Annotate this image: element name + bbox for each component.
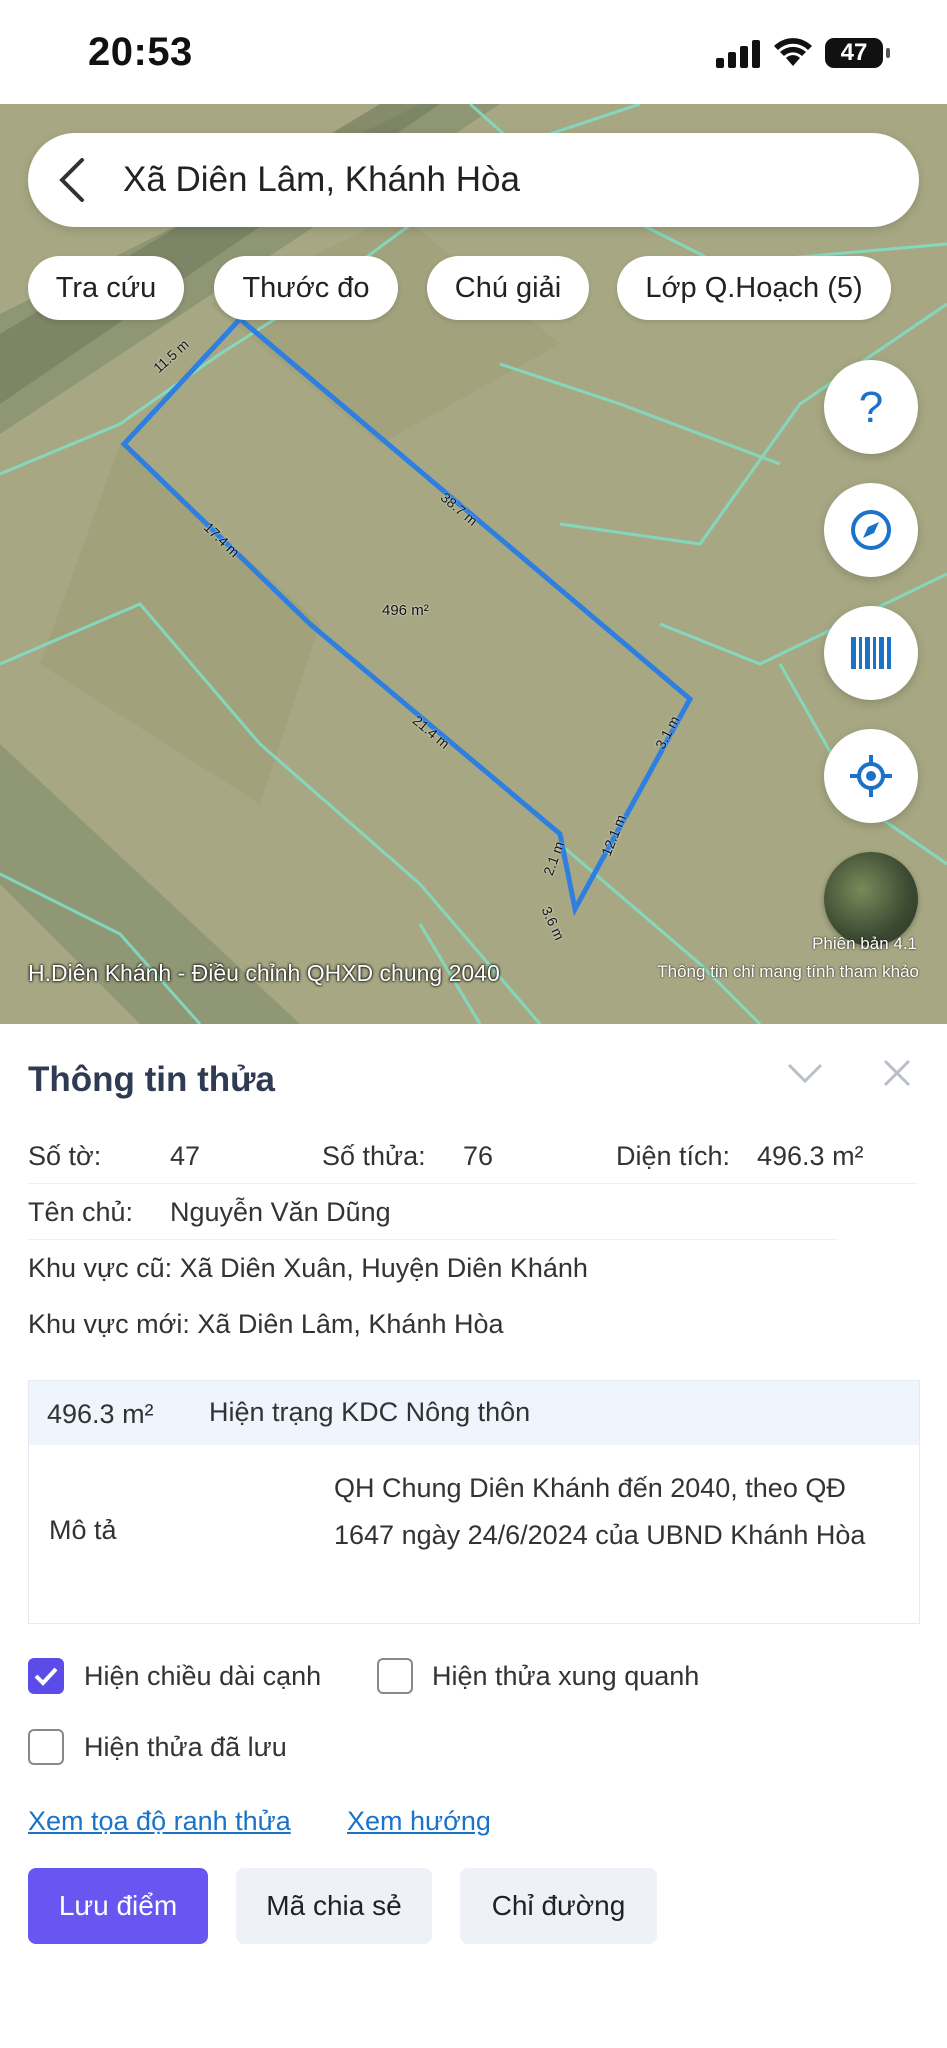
planning-area: 496.3 m² — [47, 1399, 154, 1429]
reference-notice: Thông tin chỉ mang tính tham khảo — [657, 962, 919, 981]
svg-text:?: ? — [859, 383, 883, 432]
question-icon: ? — [859, 383, 883, 432]
chip-lop-quy-hoach[interactable]: Lớp Q.Hoạch (5) — [617, 256, 891, 320]
show-edge-length-label[interactable]: Hiện chiều dài cạnh — [84, 1661, 321, 1692]
status-time: 20:53 — [88, 30, 193, 74]
map-canvas — [0, 104, 947, 1024]
planning-status: Hiện trạng KDC Nông thôn — [209, 1397, 531, 1427]
dien-tich-value: 496.3 m² — [757, 1141, 864, 1171]
wifi-icon — [774, 38, 812, 66]
so-thua-label: Số thửa: — [322, 1141, 426, 1171]
barcode-button[interactable] — [824, 606, 918, 700]
compass-button[interactable] — [824, 483, 918, 577]
panel-title: Thông tin thửa — [28, 1060, 275, 1099]
location-title: Xã Diên Lâm, Khánh Hòa — [123, 160, 520, 199]
battery-icon: 47 — [825, 38, 890, 68]
view-boundary-coords-link[interactable]: Xem tọa độ ranh thửa — [28, 1806, 291, 1837]
satellite-layer-toggle[interactable] — [824, 852, 918, 946]
khu-vuc-cu: Khu vực cũ: Xã Diên Xuân, Huyện Diên Khá… — [28, 1253, 588, 1283]
checkmark-icon — [34, 1667, 58, 1686]
show-saved-checkbox[interactable] — [28, 1729, 64, 1765]
close-icon[interactable] — [882, 1058, 912, 1088]
view-direction-link[interactable]: Xem hướng — [347, 1806, 491, 1837]
parcel-area-label: 496 m² — [382, 602, 429, 619]
dien-tich-label: Diện tích: — [616, 1141, 731, 1171]
map-view[interactable]: 11.5 m 38.7 m 17.4 m 21.4 m 3.1 m 12.1 m… — [0, 104, 947, 1024]
show-saved-label[interactable]: Hiện thửa đã lưu — [84, 1732, 287, 1763]
save-point-button[interactable]: Lưu điểm — [28, 1868, 208, 1944]
status-bar: 20:53 47 — [0, 0, 947, 104]
ten-chu-label: Tên chủ: — [28, 1197, 134, 1227]
help-button[interactable]: ? — [824, 360, 918, 454]
directions-button[interactable]: Chỉ đường — [460, 1868, 657, 1944]
plan-layer-label: H.Diên Khánh - Điều chỉnh QHXD chung 204… — [28, 960, 500, 986]
divider — [28, 1239, 838, 1240]
planning-info-table: 496.3 m² Hiện trạng KDC Nông thôn Mô tả … — [28, 1380, 920, 1624]
battery-level: 47 — [840, 39, 868, 66]
location-search-bar[interactable]: Xã Diên Lâm, Khánh Hòa — [28, 133, 919, 227]
compass-icon — [851, 510, 891, 550]
cellular-signal-icon — [716, 40, 760, 68]
barcode-icon — [851, 637, 891, 669]
show-edge-length-checkbox[interactable] — [28, 1658, 64, 1694]
chip-thuoc-do[interactable]: Thước đo — [214, 256, 398, 320]
chevron-down-icon[interactable] — [786, 1060, 824, 1086]
show-neighbors-label[interactable]: Hiện thửa xung quanh — [432, 1661, 699, 1692]
planning-row-header: 496.3 m² Hiện trạng KDC Nông thôn — [29, 1381, 919, 1445]
divider — [28, 1183, 918, 1184]
chip-tra-cuu[interactable]: Tra cứu — [28, 256, 184, 320]
version-label: Phiên bản 4.1 — [812, 934, 917, 953]
my-location-button[interactable] — [824, 729, 918, 823]
crosshair-icon — [850, 755, 892, 797]
share-code-button[interactable]: Mã chia sẻ — [236, 1868, 432, 1944]
so-to-value: 47 — [170, 1141, 201, 1171]
so-thua-value: 76 — [463, 1141, 494, 1171]
show-neighbors-checkbox[interactable] — [377, 1658, 413, 1694]
back-arrow-icon[interactable] — [58, 158, 88, 202]
ten-chu-value: Nguyễn Văn Dũng — [170, 1197, 391, 1227]
so-to-label: Số tờ: — [28, 1141, 102, 1171]
khu-vuc-moi: Khu vực mới: Xã Diên Lâm, Khánh Hòa — [28, 1309, 504, 1339]
chip-chu-giai[interactable]: Chú giải — [427, 256, 589, 320]
description-label: Mô tả — [49, 1515, 117, 1545]
description-text: QH Chung Diên Khánh đến 2040, theo QĐ 16… — [334, 1473, 866, 1550]
